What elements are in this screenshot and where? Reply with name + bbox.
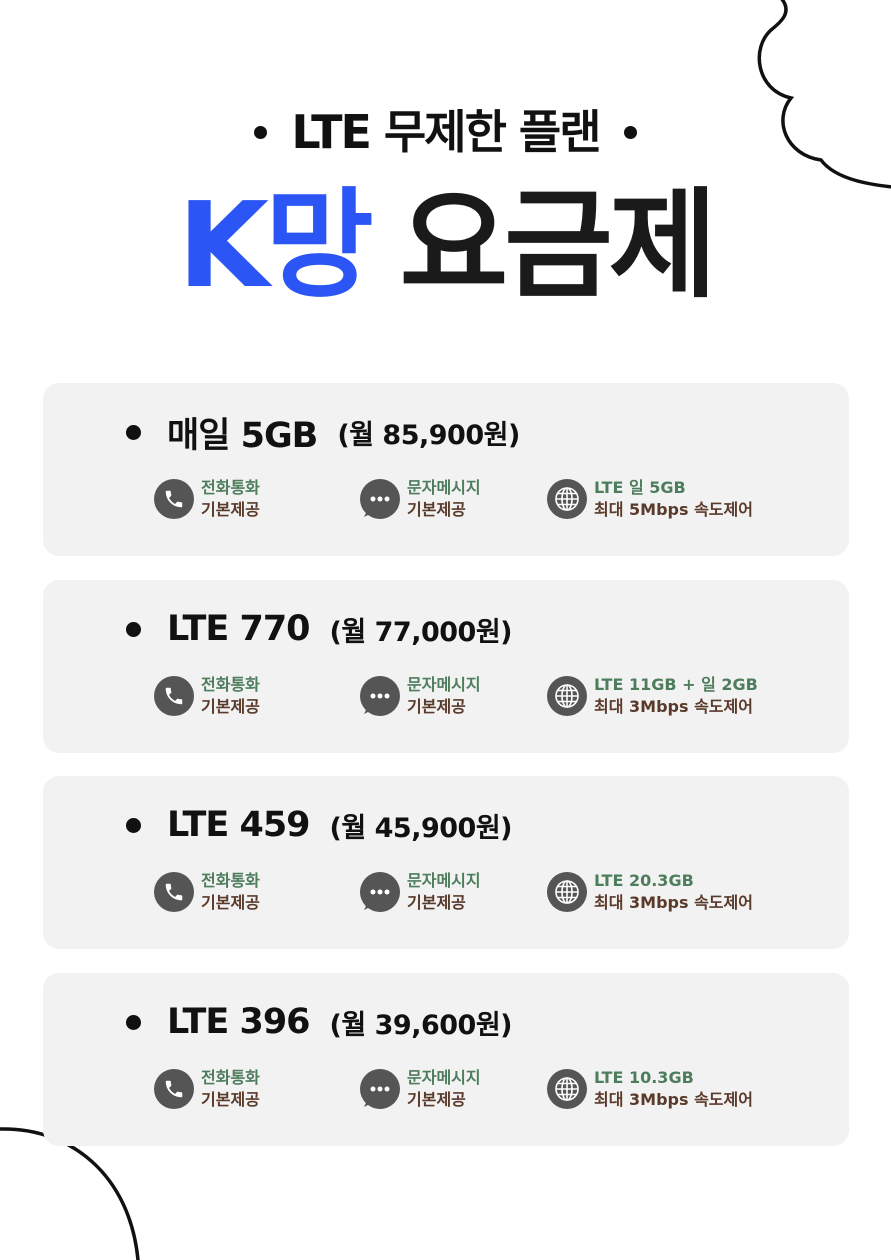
plan-price: (월 85,900원) — [337, 419, 520, 451]
bullet-icon — [126, 424, 141, 440]
plan-price: (월 45,900원) — [329, 812, 513, 844]
subtitle-text: LTE 무제한 플랜 — [291, 105, 601, 159]
feature-label: LTE 20.3GB — [594, 871, 694, 890]
phone-icon — [154, 1069, 194, 1109]
feature-value: 기본제공 — [201, 500, 260, 519]
plan-card: LTE 770 (월 77,000원) 전화통화 기본제공 문자메시지 기본제공 — [43, 580, 849, 753]
globe-icon — [547, 479, 587, 519]
feature-label: 문자메시지 — [407, 478, 481, 497]
feature-value: 최대 3Mbps 속도제어 — [594, 893, 753, 912]
feature-data: LTE 일 5GB 최대 5Mbps 속도제어 — [547, 477, 753, 521]
title-accent: K망 — [177, 176, 374, 314]
feature-sms: 문자메시지 기본제공 — [360, 870, 481, 914]
plan-price: (월 77,000원) — [329, 616, 513, 648]
globe-icon — [547, 872, 587, 912]
feature-value: 기본제공 — [407, 500, 466, 519]
phone-icon — [154, 676, 194, 716]
feature-label: 전화통화 — [201, 871, 260, 890]
feature-data: LTE 11GB + 일 2GB 최대 3Mbps 속도제어 — [547, 674, 758, 718]
subtitle-dot-right — [623, 125, 637, 139]
feature-data: LTE 10.3GB 최대 3Mbps 속도제어 — [547, 1067, 753, 1111]
chat-bubble-icon — [360, 1069, 400, 1109]
chat-bubble-icon — [360, 676, 400, 716]
plan-name: LTE 396 — [167, 1002, 311, 1042]
feature-value: 최대 3Mbps 속도제어 — [594, 697, 753, 716]
feature-call: 전화통화 기본제공 — [154, 477, 260, 521]
globe-icon — [547, 676, 587, 716]
feature-value: 기본제공 — [407, 893, 466, 912]
plan-name: LTE 770 — [167, 609, 311, 649]
phone-icon — [154, 479, 194, 519]
bullet-icon — [126, 1014, 141, 1030]
feature-value: 기본제공 — [201, 697, 260, 716]
feature-value: 최대 3Mbps 속도제어 — [594, 1090, 753, 1109]
chat-bubble-icon — [360, 872, 400, 912]
title-main: 요금제 — [399, 176, 718, 314]
feature-label: 전화통화 — [201, 1068, 260, 1087]
plan-header: 매일 5GB (월 85,900원) — [126, 407, 520, 457]
plan-name: LTE 459 — [167, 805, 311, 845]
feature-label: LTE 일 5GB — [594, 478, 686, 497]
subtitle-dot-left — [254, 125, 268, 139]
feature-label: LTE 11GB + 일 2GB — [594, 675, 758, 694]
plan-header: LTE 396 (월 39,600원) — [126, 997, 513, 1047]
feature-label: 문자메시지 — [407, 871, 481, 890]
feature-call: 전화통화 기본제공 — [154, 870, 260, 914]
globe-icon — [547, 1069, 587, 1109]
feature-label: 전화통화 — [201, 478, 260, 497]
plan-header: LTE 459 (월 45,900원) — [126, 800, 513, 850]
feature-label: LTE 10.3GB — [594, 1068, 694, 1087]
feature-sms: 문자메시지 기본제공 — [360, 674, 481, 718]
bullet-icon — [126, 817, 141, 833]
plan-name: 매일 5GB — [167, 415, 318, 456]
feature-label: 전화통화 — [201, 675, 260, 694]
feature-label: 문자메시지 — [407, 1068, 481, 1087]
plan-card: 매일 5GB (월 85,900원) 전화통화 기본제공 문자메시지 기본제공 — [43, 383, 849, 556]
plan-header: LTE 770 (월 77,000원) — [126, 604, 513, 654]
feature-value: 최대 5Mbps 속도제어 — [594, 500, 753, 519]
feature-data: LTE 20.3GB 최대 3Mbps 속도제어 — [547, 870, 753, 914]
feature-call: 전화통화 기본제공 — [154, 1067, 260, 1111]
feature-value: 기본제공 — [407, 1090, 466, 1109]
plan-price: (월 39,600원) — [329, 1009, 513, 1041]
feature-value: 기본제공 — [201, 893, 260, 912]
feature-call: 전화통화 기본제공 — [154, 674, 260, 718]
bullet-icon — [126, 621, 141, 637]
subtitle: LTE 무제한 플랜 — [0, 100, 891, 164]
feature-sms: 문자메시지 기본제공 — [360, 477, 481, 521]
page-title: K망 요금제 — [0, 180, 891, 310]
feature-sms: 문자메시지 기본제공 — [360, 1067, 481, 1111]
plan-card: LTE 459 (월 45,900원) 전화통화 기본제공 문자메시지 기본제공 — [43, 776, 849, 949]
feature-label: 문자메시지 — [407, 675, 481, 694]
phone-icon — [154, 872, 194, 912]
chat-bubble-icon — [360, 479, 400, 519]
feature-value: 기본제공 — [407, 697, 466, 716]
feature-value: 기본제공 — [201, 1090, 260, 1109]
plan-card: LTE 396 (월 39,600원) 전화통화 기본제공 문자메시지 기본제공 — [43, 973, 849, 1146]
